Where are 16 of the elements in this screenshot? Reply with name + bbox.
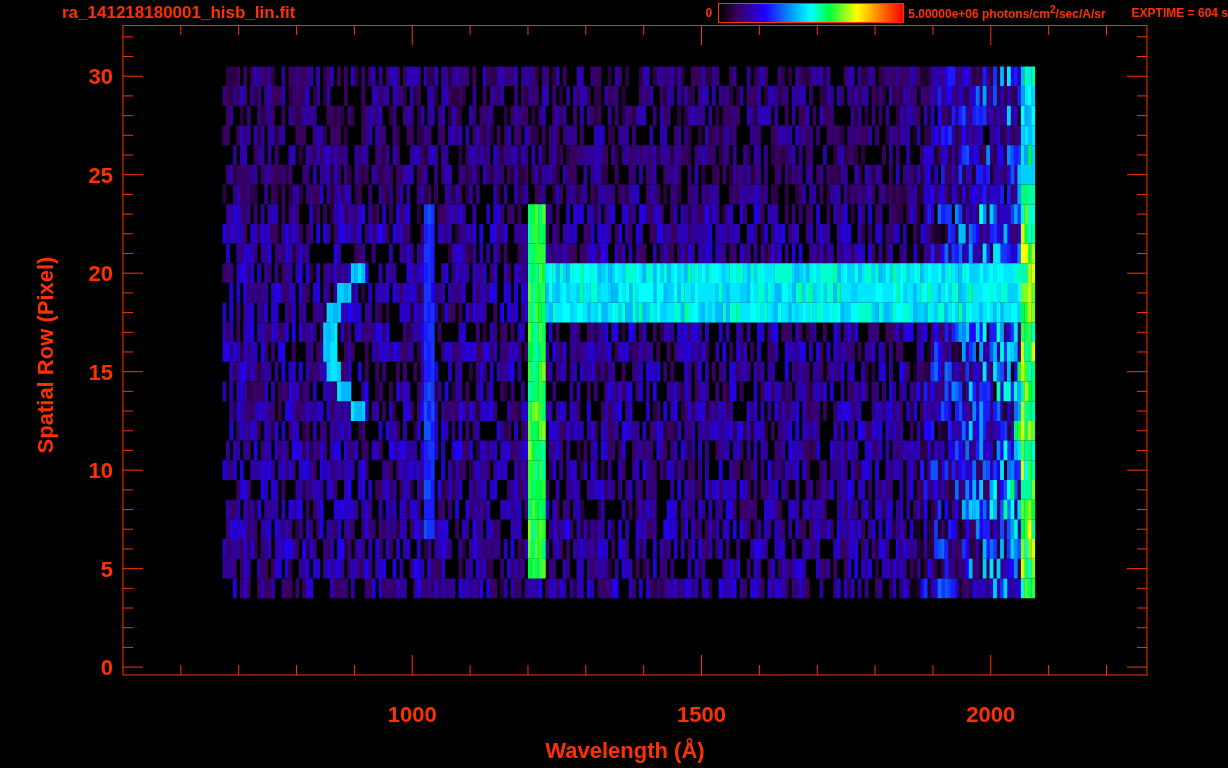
axis-title: Wavelength (Å) bbox=[545, 738, 705, 763]
tick-label: 1500 bbox=[677, 702, 726, 727]
colorbar-max-label: 5.00000e+06 photons/cm$^{2}$/sec/A/sr bbox=[908, 4, 1106, 21]
colorbar-min-label: 0 bbox=[705, 5, 713, 20]
tick-label: 0 bbox=[100, 655, 113, 681]
tick-label: 5 bbox=[100, 556, 113, 582]
axis-title: Spatial Row (Pixel) bbox=[33, 256, 58, 454]
plot-title: ra_141218180001_hisb_lin.fit bbox=[62, 2, 296, 23]
tick-label: 20 bbox=[88, 261, 113, 287]
tick-label: 10 bbox=[88, 458, 113, 484]
tick-label: 15 bbox=[88, 359, 113, 385]
tick-label: 1000 bbox=[387, 702, 437, 727]
exposure-time-label: EXPTIME = 604 s bbox=[1131, 5, 1228, 20]
tick-label: 2000 bbox=[966, 702, 1016, 727]
tick-label: 25 bbox=[88, 162, 113, 188]
tick-label: 30 bbox=[88, 64, 113, 90]
